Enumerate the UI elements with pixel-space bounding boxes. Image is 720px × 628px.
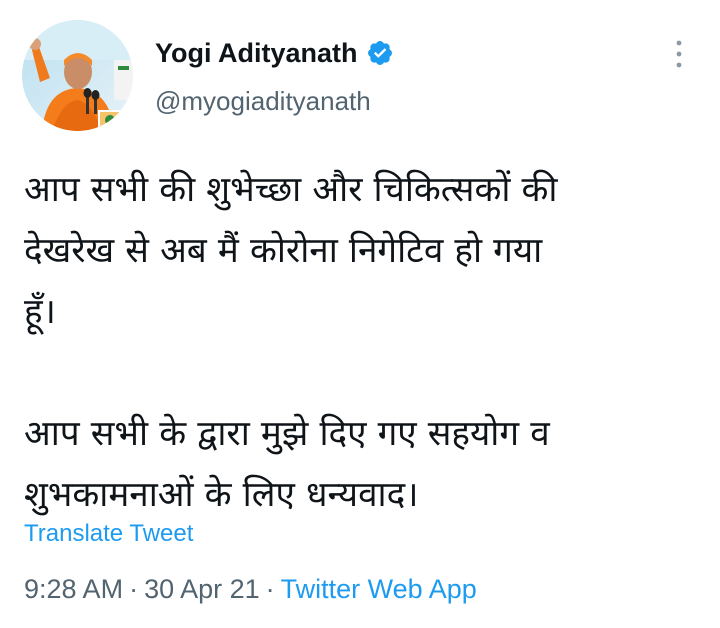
separator: · — [265, 574, 275, 604]
tweet-text-line: हूँ। — [24, 292, 56, 332]
verified-badge-icon — [366, 39, 394, 67]
separator: · — [129, 574, 139, 604]
tweet-text-line: शुभकामनाओं के लिए धन्यवाद। — [24, 475, 419, 515]
avatar[interactable] — [22, 20, 133, 131]
tweet-text-line: देखरेख से अब मैं कोरोना निगेटिव हो गया — [24, 231, 543, 271]
tweet-text-line: आप सभी के द्वारा मुझे दिए गए सहयोग व — [24, 414, 550, 454]
tweet-date[interactable]: 30 Apr 21 — [144, 574, 260, 604]
author-handle[interactable]: @myogiadityanath — [155, 86, 371, 117]
tweet-time[interactable]: 9:28 AM — [24, 574, 123, 604]
tweet-text: आप सभी की शुभेच्छा और चिकित्सकों की देखर… — [24, 160, 694, 526]
tweet-text-line: आप सभी की शुभेच्छा और चिकित्सकों की — [24, 170, 558, 210]
more-options-icon[interactable] — [666, 38, 692, 70]
tweet-metadata: 9:28 AM · 30 Apr 21 · Twitter Web App — [24, 574, 477, 605]
profile-photo-avatar — [22, 20, 133, 131]
tweet-source-link[interactable]: Twitter Web App — [281, 574, 477, 604]
author-name-row: Yogi Adityanath — [155, 32, 394, 74]
translate-tweet-link[interactable]: Translate Tweet — [24, 520, 193, 548]
author-display-name[interactable]: Yogi Adityanath — [155, 38, 358, 69]
